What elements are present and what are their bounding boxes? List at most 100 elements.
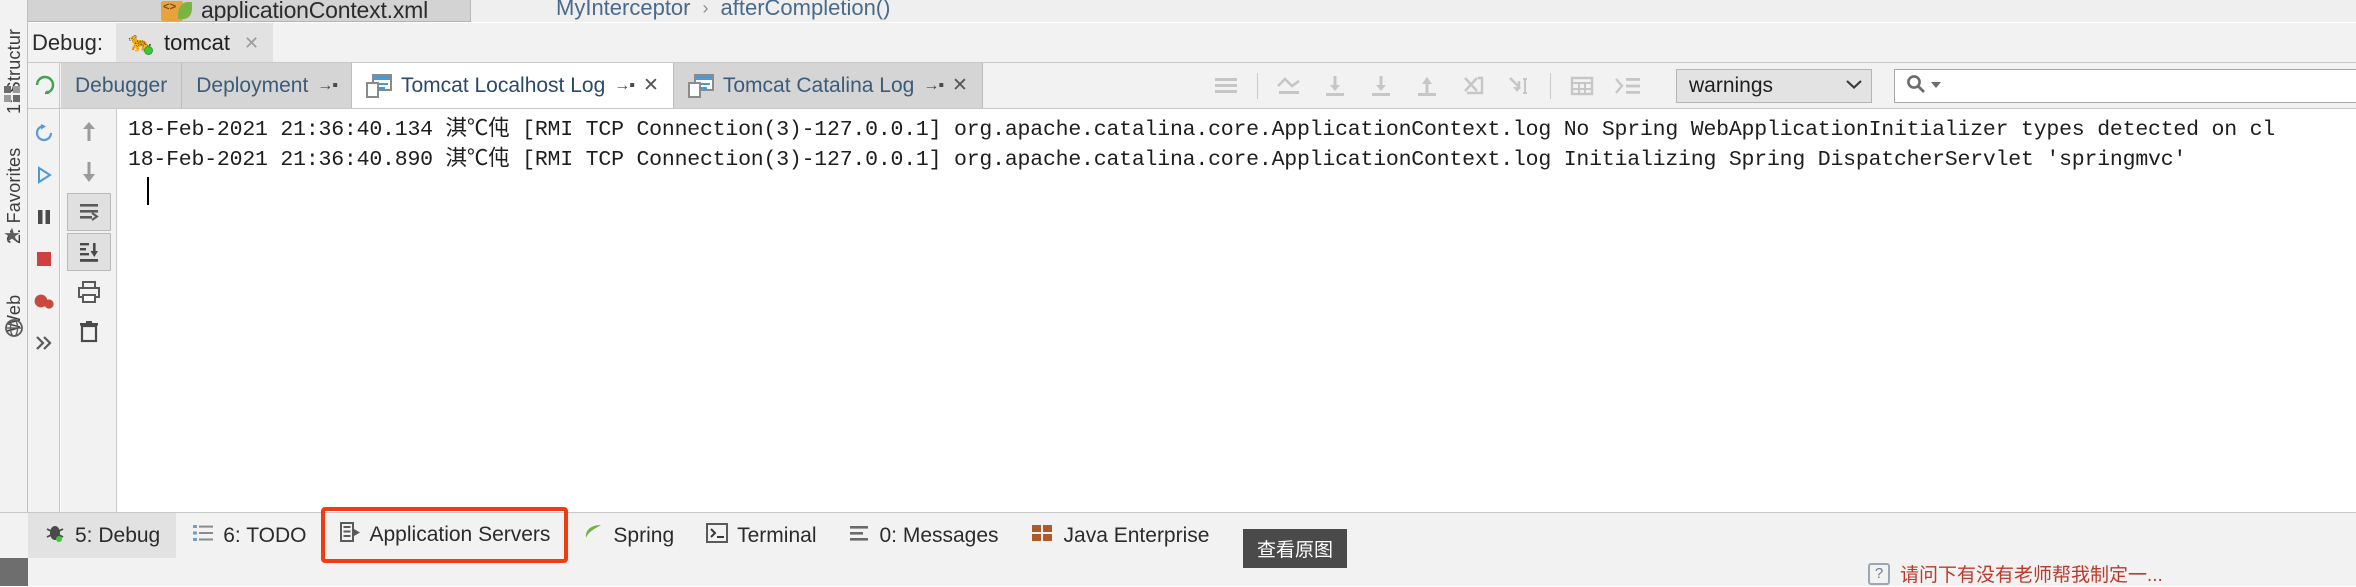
bottom-bar-item-messages[interactable]: 0: Messages xyxy=(832,513,1014,558)
tab-deployment[interactable]: Deployment →▪ xyxy=(182,63,352,108)
log-window-icon xyxy=(365,73,392,98)
soft-wrap-toggle-icon[interactable] xyxy=(67,193,111,231)
clear-all-icon[interactable] xyxy=(1450,63,1496,108)
bottom-bar-item-spring-label: Spring xyxy=(613,523,675,547)
pin-icon[interactable]: →▪ xyxy=(317,77,338,95)
view-breakpoints-icon[interactable] xyxy=(30,285,58,317)
run-configuration-tab-tomcat[interactable]: 🐆 tomcat ✕ xyxy=(116,23,274,63)
bottom-bar-item-spring[interactable]: Spring xyxy=(566,513,690,558)
toolbar-divider xyxy=(1257,72,1258,99)
bottom-bar-item-java-enterprise[interactable]: Java Enterprise xyxy=(1015,513,1226,558)
tab-tomcat-localhost-log[interactable]: Tomcat Localhost Log →▪ ✕ xyxy=(351,63,674,108)
stop-icon[interactable] xyxy=(30,243,58,275)
tab-debugger-label: Debugger xyxy=(75,73,168,97)
help-icon: ? xyxy=(1868,562,1890,585)
bottom-bar-item-terminal-label: Terminal xyxy=(737,523,817,547)
star-icon[interactable]: ★ xyxy=(3,226,23,246)
xml-file-icon xyxy=(161,0,192,21)
pin-icon[interactable]: →▪ xyxy=(923,77,944,95)
search-dropdown-caret[interactable] xyxy=(1930,77,1942,95)
bottom-bar-item-application-servers-label: Application Servers xyxy=(369,523,551,546)
print-icon[interactable] xyxy=(67,273,111,311)
server-icon xyxy=(339,521,361,549)
bottom-bar-item-terminal[interactable]: Terminal xyxy=(690,513,832,558)
messages-icon xyxy=(848,523,870,549)
status-bar-notification[interactable]: ? 请问下有没有老师帮我制定一... xyxy=(1868,560,2163,587)
search-icon xyxy=(1905,73,1927,100)
status-bar-notification-text: 请问下有没有老师帮我制定一... xyxy=(1900,565,2163,586)
restart-icon[interactable] xyxy=(30,117,58,149)
tomcat-icon: 🐆 xyxy=(128,32,153,55)
tab-deployment-label: Deployment xyxy=(196,73,309,97)
scroll-to-top-icon[interactable] xyxy=(1266,63,1312,108)
print-selected-icon[interactable] xyxy=(1496,63,1542,108)
breadcrumb-separator-icon: › xyxy=(702,0,709,18)
tab-tomcat-localhost-log-label: Tomcat Localhost Log xyxy=(400,73,606,97)
console-log-output[interactable]: 18-Feb-2021 21:36:40.134 淇℃伅 [RMI TCP Co… xyxy=(128,109,2356,512)
scroll-down-arrow-icon[interactable] xyxy=(67,153,111,191)
toolbar-left-gutter xyxy=(28,63,60,108)
rerun-icon[interactable] xyxy=(34,73,56,95)
terminal-icon xyxy=(706,522,729,549)
bottom-bar-item-application-servers[interactable]: Application Servers xyxy=(320,507,569,563)
tab-tomcat-catalina-log[interactable]: Tomcat Catalina Log →▪ ✕ xyxy=(673,63,983,108)
resume-program-icon[interactable] xyxy=(30,159,58,191)
status-bar-gutter xyxy=(0,558,28,586)
bug-icon xyxy=(44,522,66,550)
close-icon[interactable]: ✕ xyxy=(643,76,659,95)
bottom-bar-gutter xyxy=(0,513,28,558)
tab-debugger[interactable]: Debugger xyxy=(61,63,183,108)
bottom-bar-item-debug[interactable]: 5: Debug xyxy=(28,513,177,558)
run-configuration-name: tomcat xyxy=(164,30,231,55)
text-caret xyxy=(147,177,149,205)
breadcrumb-item-class[interactable]: MyInterceptor xyxy=(556,0,691,21)
toolbar-divider xyxy=(1550,72,1551,99)
console-toolbar-icons xyxy=(1203,63,1651,108)
console-panel: 18-Feb-2021 21:36:40.134 淇℃伅 [RMI TCP Co… xyxy=(28,108,2356,512)
log-window-icon xyxy=(687,73,714,98)
search-text-field[interactable] xyxy=(1945,73,2356,99)
search-input[interactable] xyxy=(1894,69,2356,103)
bottom-bar-item-todo-label: 6: TODO xyxy=(223,523,307,547)
bottom-bar-item-todo[interactable]: 6: TODO xyxy=(176,513,322,558)
java-enterprise-icon xyxy=(1031,523,1055,549)
debug-action-gutter xyxy=(28,109,60,512)
intellij-idea-window: 1: Structur 2: Favorites ★ Web applicati… xyxy=(0,0,2356,586)
breadcrumb-item-method[interactable]: afterCompletion() xyxy=(721,0,891,21)
scroll-up-arrow-icon[interactable] xyxy=(67,113,111,151)
console-toolbar: Debugger Deployment →▪ Tomcat Localhost … xyxy=(28,62,2356,108)
log-line: 18-Feb-2021 21:36:40.890 淇℃伅 [RMI TCP Co… xyxy=(128,148,2187,172)
delete-icon[interactable] xyxy=(67,313,111,351)
scroll-down-icon[interactable] xyxy=(1312,63,1358,108)
bottom-tool-window-bar: 5: Debug 6: TODO Application Servers Spr… xyxy=(0,507,2356,563)
scroll-to-end-toggle-icon[interactable] xyxy=(67,233,111,271)
console-tabs: Debugger Deployment →▪ Tomcat Localhost … xyxy=(61,63,983,108)
expand-more-icon[interactable] xyxy=(30,327,58,359)
bottom-bar-item-debug-label: 5: Debug xyxy=(75,523,161,547)
table-view-icon[interactable] xyxy=(1559,63,1605,108)
editor-tab-application-context[interactable]: applicationContext.xml xyxy=(28,0,471,23)
console-side-toolbar xyxy=(61,109,117,512)
log-level-filter-value: warnings xyxy=(1689,74,1774,97)
status-bar: ? 请问下有没有老师帮我制定一... xyxy=(0,558,2356,586)
log-level-filter-select[interactable]: warnings xyxy=(1676,69,1872,103)
log-line: 18-Feb-2021 21:36:40.134 淇℃伅 [RMI TCP Co… xyxy=(128,118,2276,142)
todo-list-icon xyxy=(192,523,214,549)
grid-squares-icon[interactable] xyxy=(4,86,24,106)
pause-program-icon[interactable] xyxy=(30,201,58,233)
spring-leaf-icon xyxy=(582,522,604,550)
soft-wrap-icon[interactable] xyxy=(1203,63,1249,108)
close-icon[interactable]: ✕ xyxy=(952,76,968,95)
group-lines-icon[interactable] xyxy=(1605,63,1651,108)
breadcrumb: MyInterceptor › afterCompletion() xyxy=(471,0,2356,22)
view-original-tooltip[interactable]: 查看原图 xyxy=(1243,529,1348,568)
debug-label: Debug: xyxy=(32,30,103,55)
scroll-to-end-icon[interactable] xyxy=(1358,63,1404,108)
scroll-up-icon[interactable] xyxy=(1404,63,1450,108)
globe-icon[interactable] xyxy=(4,318,24,338)
chevron-down-icon xyxy=(1845,77,1863,95)
pin-icon[interactable]: →▪ xyxy=(614,77,635,95)
editor-tab-strip: applicationContext.xml MyInterceptor › a… xyxy=(28,0,2356,23)
bottom-bar-item-messages-label: 0: Messages xyxy=(879,523,999,547)
close-icon[interactable]: ✕ xyxy=(240,34,259,52)
